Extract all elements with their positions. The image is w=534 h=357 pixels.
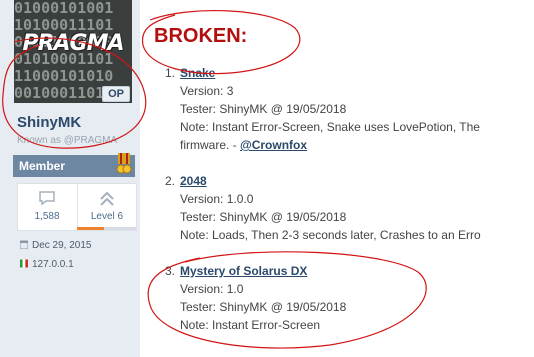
note-continuation: firmware. -	[180, 138, 240, 152]
game-title-link[interactable]: 2048	[180, 174, 207, 188]
list-item: 1. Snake Version: 3 Tester: ShinyMK @ 19…	[165, 64, 480, 154]
rank-banner: Member	[13, 153, 135, 177]
tester-text: Tester: ShinyMK @ 19/05/2018	[180, 300, 347, 314]
user-info-panel: 01000101001 10100011101 00101100010 0101…	[0, 0, 140, 357]
item-number: 1.	[165, 66, 176, 80]
level-stat[interactable]: Level 6	[77, 184, 136, 230]
level-progress-fill	[77, 227, 104, 230]
game-title-link[interactable]: Snake	[180, 66, 215, 80]
avatar[interactable]: 01000101001 10100011101 00101100010 0101…	[14, 0, 132, 103]
messages-count: 1,588	[34, 211, 60, 222]
game-title-link[interactable]: Mystery of Solarus DX	[180, 264, 307, 278]
note-text: Note: Instant Error-Screen	[180, 318, 321, 332]
item-number: 2.	[165, 174, 176, 188]
joined-date: Dec 29, 2015	[20, 240, 92, 251]
messages-stat[interactable]: 1,588	[18, 184, 76, 230]
username-link[interactable]: ShinyMK	[17, 114, 81, 131]
rank-label: Member	[19, 159, 66, 173]
italy-flag-icon	[20, 259, 28, 268]
op-badge: OP	[102, 86, 130, 102]
list-item: 2. 2048 Version: 1.0.0 Tester: ShinyMK @…	[165, 172, 481, 244]
version-text: Version: 1.0.0	[180, 192, 254, 206]
user-mention-link[interactable]: @Crownfox	[240, 138, 307, 152]
tester-text: Tester: ShinyMK @ 19/05/2018	[180, 210, 347, 224]
level-progress-bar	[77, 227, 136, 230]
version-text: Version: 1.0	[180, 282, 244, 296]
level-label: Level 6	[90, 211, 124, 222]
joined-date-text: Dec 29, 2015	[32, 240, 92, 251]
speech-bubble-icon	[39, 191, 55, 206]
list-item: 3. Mystery of Solarus DX Version: 1.0 Te…	[165, 262, 347, 334]
note-text: Note: Loads, Then 2-3 seconds later, Cra…	[180, 228, 481, 242]
post-heading: BROKEN:	[154, 25, 248, 47]
avatar-logo-text: PRAGMA	[22, 31, 124, 56]
version-text: Version: 3	[180, 84, 234, 98]
known-as-label: Known as @PRAGMA	[17, 135, 118, 146]
user-stats: 1,588 Level 6	[17, 183, 137, 231]
chevrons-up-icon	[100, 191, 114, 206]
item-number: 3.	[165, 264, 176, 278]
tester-text: Tester: ShinyMK @ 19/05/2018	[180, 102, 347, 116]
ip-text: 127.0.0.1	[32, 259, 74, 270]
calendar-icon	[20, 240, 28, 249]
medal-icon	[116, 153, 132, 174]
location-info: 127.0.0.1	[20, 259, 74, 270]
post-content: BROKEN: 1. Snake Version: 3 Tester: Shin…	[140, 0, 534, 357]
note-text: Note: Instant Error-Screen, Snake uses L…	[180, 120, 480, 134]
